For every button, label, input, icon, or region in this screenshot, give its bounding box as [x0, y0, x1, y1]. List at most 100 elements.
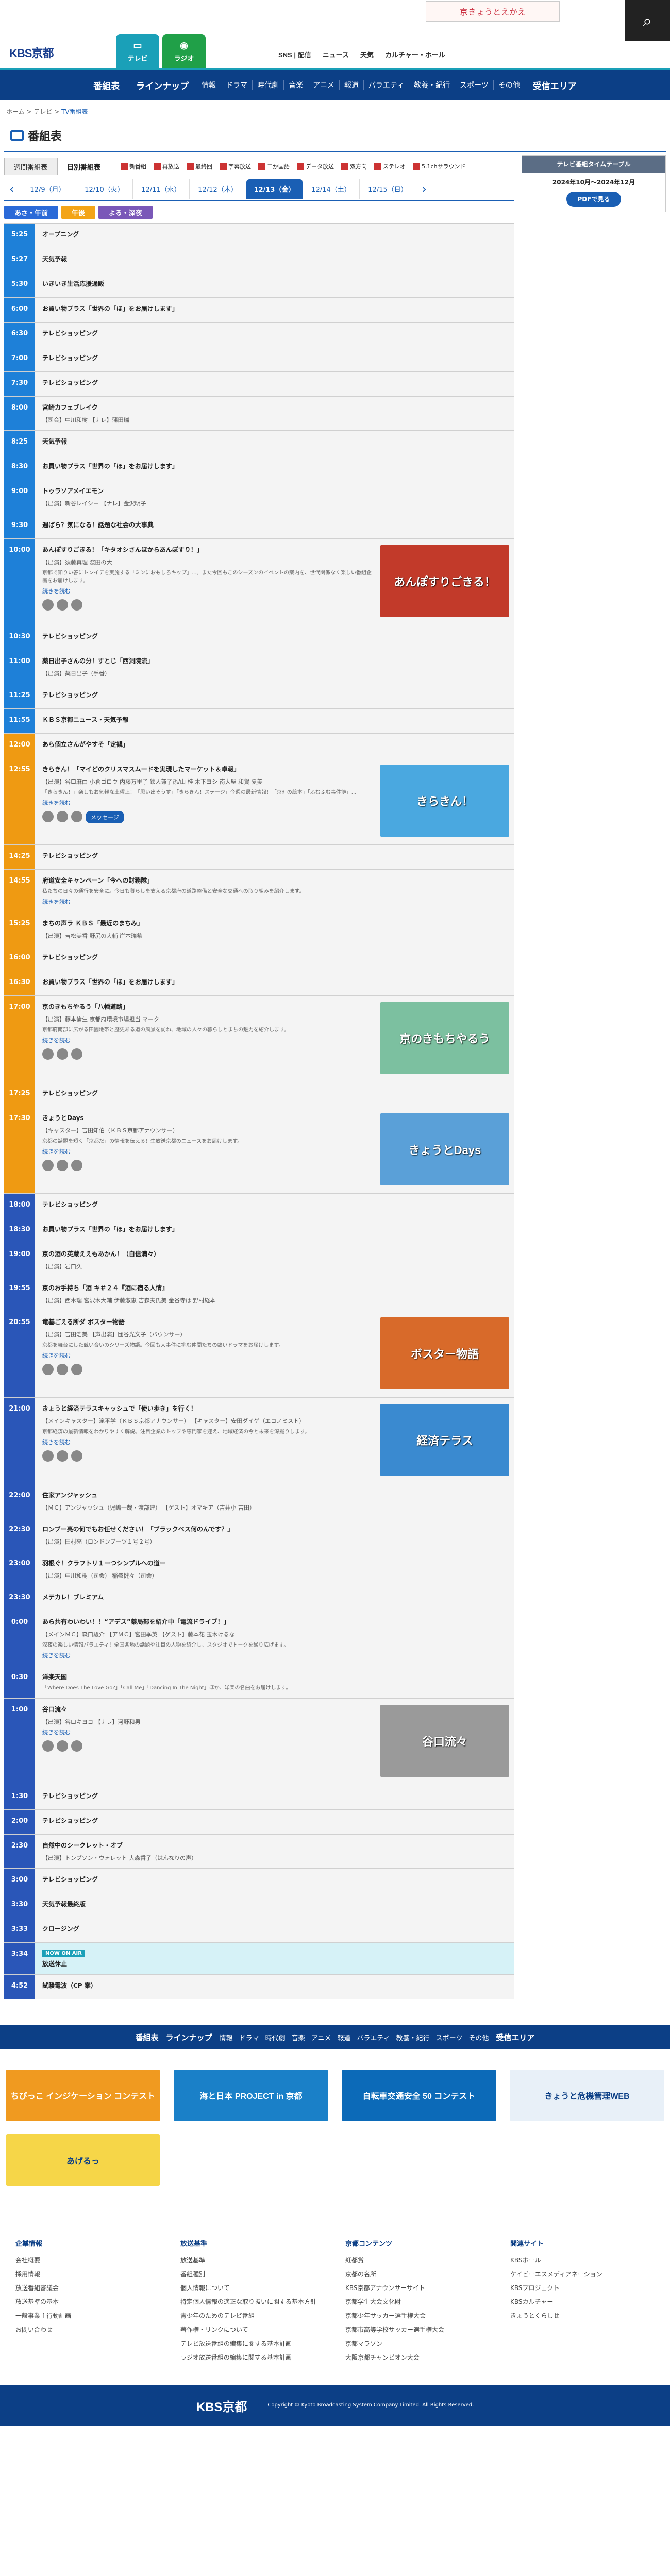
instagram-icon[interactable] — [57, 1450, 68, 1462]
program-title[interactable]: 天気予報 — [42, 437, 507, 446]
program-row[interactable]: 23:00 羽根ぐ！クラフトリ１ーつシンプルへの道ー 【出演】中川和樹（司会） 稲盛… — [4, 1552, 514, 1586]
nav-genre-8[interactable]: スポーツ — [436, 2032, 463, 2042]
instagram-icon[interactable] — [57, 1048, 68, 1060]
nav-genre-5[interactable]: 報道 — [339, 80, 363, 90]
instagram-icon[interactable] — [57, 599, 68, 611]
youtube-icon[interactable] — [71, 1450, 82, 1462]
footer-link[interactable]: 放送基準の基本 — [15, 2295, 160, 2309]
footer-link[interactable]: 番組種別 — [180, 2267, 325, 2281]
media-tab-radio[interactable]: ◉ ラジオ — [162, 34, 206, 68]
program-title[interactable]: オープニング — [42, 230, 507, 239]
program-row[interactable]: 4:52 試験電波（CP 案） — [4, 1975, 514, 1999]
program-thumbnail[interactable]: きらきん！ — [380, 765, 509, 837]
program-row[interactable]: 3:33 クロージング — [4, 1918, 514, 1943]
footer-link[interactable]: 一般事業主行動計画 — [15, 2309, 160, 2323]
read-more-link[interactable]: 続きを読む — [42, 799, 71, 807]
program-title[interactable]: あら個立さんがやすそ「定観」 — [42, 740, 507, 749]
program-title[interactable]: テレビショッピング — [42, 329, 507, 337]
site-logo[interactable]: KBS京都 — [9, 44, 54, 61]
program-title[interactable]: まちの声ラ ＫＢＳ「最近のまちみ」 — [42, 919, 507, 927]
nav-genre-4[interactable]: アニメ — [311, 2032, 331, 2042]
top-link-news[interactable]: ニュース — [323, 49, 349, 59]
program-title[interactable]: 天気予報 — [42, 255, 507, 263]
program-thumbnail[interactable]: 経済テラス — [380, 1404, 509, 1476]
program-row[interactable]: 8:30 お買い物プラス「世界の「ほ」をお届けします」 — [4, 455, 514, 480]
program-title[interactable]: 谷口流々 — [42, 1705, 375, 1714]
program-title[interactable]: テレビショッピング — [42, 1200, 507, 1209]
instagram-icon[interactable] — [57, 1740, 68, 1752]
program-row[interactable]: 8:00 宮崎カフェブレイク 【司会】中川和樹 【ナレ】蒲田瑞 — [4, 397, 514, 431]
youtube-icon[interactable] — [71, 1740, 82, 1752]
program-title[interactable]: お買い物プラス「世界の「ほ」をお届けします」 — [42, 1225, 507, 1233]
program-row[interactable]: 1:00 谷口流々 【出演】谷口キヨコ 【ナレ】河野和男 続きを読む 谷口流々 — [4, 1699, 514, 1785]
program-row[interactable]: 17:00 京のきもちやるう「八幡道路」 【出演】藤本倫生 京都府環境市場担当 マー… — [4, 996, 514, 1082]
slot-tab-morning[interactable]: あさ・午前 — [4, 206, 59, 219]
program-row[interactable]: 16:30 お買い物プラス「世界の「ほ」をお届けします」 — [4, 971, 514, 996]
read-more-link[interactable]: 続きを読む — [42, 587, 71, 595]
twitter-icon[interactable] — [42, 1740, 54, 1752]
footer-link[interactable]: 著作権・リンクについて — [180, 2323, 325, 2336]
footer-link[interactable]: KBSホール — [510, 2253, 655, 2267]
program-row[interactable]: 22:00 住家アンジャッシュ 【ＭＣ】アンジャッシュ（児嶋一哉・渡部建） 【ゲスト… — [4, 1484, 514, 1518]
nav-lineup[interactable]: ラインナップ — [128, 79, 197, 92]
read-more-link[interactable]: 続きを読む — [42, 1351, 71, 1360]
nav-genre-8[interactable]: スポーツ — [455, 80, 493, 90]
date-tab-0[interactable]: 12/9（月） — [20, 179, 76, 199]
nav-genre-5[interactable]: 報道 — [337, 2032, 350, 2042]
footer-link[interactable]: 会社概要 — [15, 2253, 160, 2267]
program-row[interactable]: 0:00 あら共有わいわい！！“アデス”薬局部を紹介中「電流ドライブ！」 【メインＭ… — [4, 1611, 514, 1666]
twitter-icon[interactable] — [42, 1364, 54, 1375]
program-title[interactable]: テレビショッピング — [42, 953, 507, 961]
banner-3[interactable]: きょうと危機管理WEB — [510, 2070, 664, 2121]
nav-area[interactable]: 受信エリア — [525, 79, 585, 92]
program-title[interactable]: テレビショッピング — [42, 851, 507, 860]
footer-link[interactable]: 京都マラソン — [345, 2336, 490, 2350]
program-row[interactable]: 9:00 トゥラソアメイエモン 【出演】新谷レイシー 【ナレ】金沢明子 — [4, 480, 514, 514]
program-title[interactable]: 試験電波（CP 案） — [42, 1981, 507, 1990]
nav-schedule[interactable]: 番組表 — [85, 79, 128, 92]
program-title[interactable]: 竜基ごえる所ダ ボスター物語 — [42, 1317, 375, 1326]
program-title[interactable]: テレビショッピング — [42, 690, 507, 699]
program-title[interactable]: お買い物プラス「世界の「ほ」をお届けします」 — [42, 304, 507, 313]
footer-link[interactable]: お問い合わせ — [15, 2323, 160, 2336]
program-title[interactable]: 天気予報最終版 — [42, 1900, 507, 1908]
program-title[interactable]: 薬日出子さんの分！すとじ「西洞院流」 — [42, 656, 507, 665]
program-title[interactable]: きょうとDays — [42, 1113, 375, 1122]
read-more-link[interactable]: 続きを読む — [42, 1651, 71, 1659]
twitter-icon[interactable] — [42, 811, 54, 822]
program-row[interactable]: 19:55 京のお手持ち「酒 キ＃２４『酒に宿る人情』 【出演】西木瑞 宮沢木大輔 … — [4, 1277, 514, 1311]
nav-genre-0[interactable]: 情報 — [220, 2032, 233, 2042]
program-row[interactable]: 5:30 いきいき生活応援通販 — [4, 273, 514, 298]
program-row[interactable]: 18:00 テレビショッピング — [4, 1194, 514, 1218]
program-title[interactable]: あんぽすりごきる！「キタオシさんほからあんぽすり！」 — [42, 545, 375, 554]
program-title[interactable]: あら共有わいわい！！“アデス”薬局部を紹介中「電流ドライブ！」 — [42, 1617, 507, 1626]
footer-link[interactable]: ラジオ放送番組の編集に関する基本計画 — [180, 2350, 325, 2364]
footer-link[interactable]: 京都学生大会文化財 — [345, 2295, 490, 2309]
program-title[interactable]: きょうと経済テラスキャッシュで「使い歩き」を行く！ — [42, 1404, 375, 1413]
read-more-link[interactable]: 続きを読む — [42, 1036, 71, 1044]
read-more-link[interactable]: 続きを読む — [42, 1438, 71, 1446]
date-tab-6[interactable]: 12/15（日） — [360, 179, 416, 199]
footer-link[interactable]: 青少年のためのテレビ番組 — [180, 2309, 325, 2323]
banner-0[interactable]: ちびっこ インジケーション コンテスト — [6, 2070, 160, 2121]
read-more-link[interactable]: 続きを読む — [42, 897, 71, 906]
bnav-lineup[interactable]: ラインナップ — [166, 2032, 212, 2043]
read-more-link[interactable]: 続きを読む — [42, 1728, 71, 1736]
program-row[interactable]: 1:30 テレビショッピング — [4, 1785, 514, 1810]
nav-genre-0[interactable]: 情報 — [197, 80, 221, 90]
program-title[interactable]: 住家アンジャッシュ — [42, 1490, 507, 1499]
program-row[interactable]: 6:00 お買い物プラス「世界の「ほ」をお届けします」 — [4, 298, 514, 323]
youtube-icon[interactable] — [71, 811, 82, 822]
nav-genre-2[interactable]: 時代劇 — [252, 80, 283, 90]
nav-genre-4[interactable]: アニメ — [308, 80, 339, 90]
program-row[interactable]: 2:00 テレビショッピング — [4, 1810, 514, 1835]
next-week-arrow[interactable]: › — [416, 181, 432, 197]
program-title[interactable]: 週ばら？気になる！話題な社会の大事典 — [42, 520, 507, 529]
program-title[interactable]: 府道安全キャンペーン「今への財務隊」 — [42, 876, 507, 885]
top-link-culture[interactable]: カルチャー・ホール — [385, 49, 445, 59]
instagram-icon[interactable] — [57, 1364, 68, 1375]
program-title[interactable]: 放送休止 — [42, 1959, 507, 1968]
program-row[interactable]: 22:30 ロンブー亮の何でもお任せください！「ブラックベス何のんです？」 【出演】… — [4, 1518, 514, 1552]
date-tab-5[interactable]: 12/14（土） — [303, 179, 360, 199]
program-row[interactable]: 17:30 きょうとDays 【キャスター】吉田知伯（ＫＢＳ京都アナウンサー） 京都の… — [4, 1107, 514, 1194]
